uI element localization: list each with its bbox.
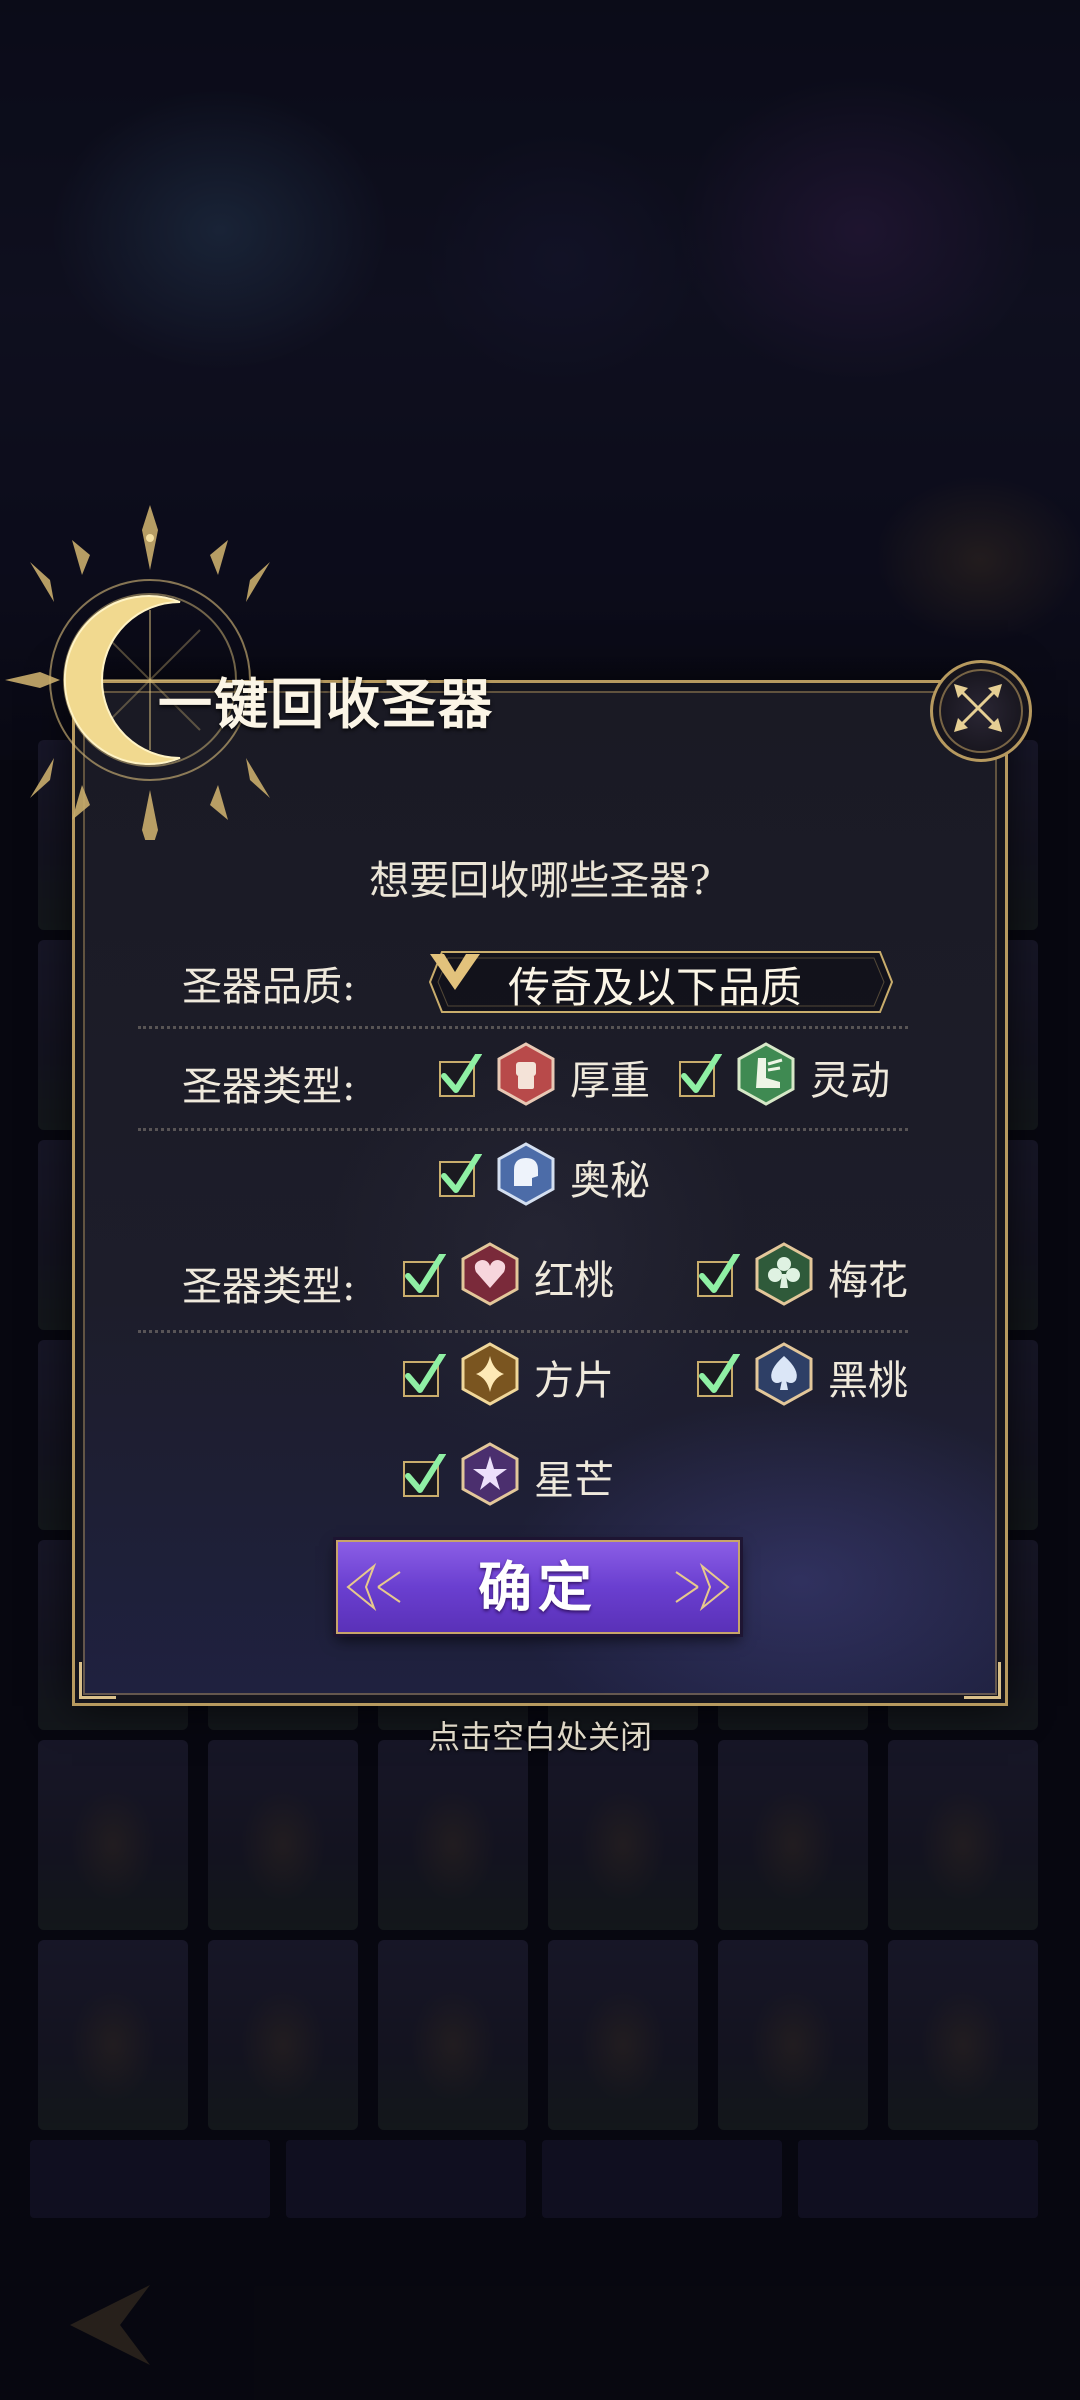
attribute-option-arcane[interactable]: 奥秘 — [438, 1140, 658, 1210]
quality-dropdown[interactable]: 传奇及以下品质 — [428, 950, 894, 1014]
attribute-option-agile[interactable]: 灵动 — [678, 1040, 898, 1110]
suit-option-label: 星芒 — [534, 1458, 614, 1504]
close-icon — [954, 684, 1002, 732]
suit-type-label: 圣器类型: — [182, 1264, 356, 1310]
attribute-type-label: 圣器类型: — [182, 1064, 356, 1110]
suit-option-clubs[interactable]: 梅花 — [696, 1240, 926, 1310]
attribute-option-label: 厚重 — [570, 1058, 650, 1104]
checkbox-checked-icon — [439, 1054, 482, 1097]
row-divider — [138, 1330, 908, 1333]
checkbox-checked-icon — [439, 1154, 482, 1197]
suit-option-label: 梅花 — [828, 1258, 908, 1304]
close-button[interactable] — [930, 660, 1032, 762]
mind-icon — [497, 1142, 555, 1206]
checkbox-checked-icon — [403, 1254, 446, 1297]
suit-option-label: 方片 — [534, 1358, 614, 1404]
corner-ornament — [964, 1662, 1001, 1699]
quality-label: 圣器品质: — [182, 964, 356, 1010]
suit-option-diamonds[interactable]: 方片 — [402, 1340, 632, 1410]
confirm-button-label: 确定 — [478, 1555, 598, 1619]
suit-option-label: 黑桃 — [828, 1358, 908, 1404]
attribute-option-heavy[interactable]: 厚重 — [438, 1040, 658, 1110]
diamond-icon — [461, 1342, 519, 1406]
suit-option-hearts[interactable]: 红桃 — [402, 1240, 632, 1310]
winged-boot-icon — [737, 1042, 795, 1106]
dismiss-hint: 点击空白处关闭 — [427, 1718, 652, 1756]
attribute-option-label: 奥秘 — [570, 1158, 650, 1204]
suit-option-spades[interactable]: 黑桃 — [696, 1340, 926, 1410]
fist-icon — [497, 1042, 555, 1106]
quality-selected-value: 传奇及以下品质 — [508, 963, 803, 1012]
row-divider — [138, 1026, 908, 1029]
attribute-option-label: 灵动 — [810, 1058, 890, 1104]
confirm-button[interactable]: 确定 — [336, 1540, 740, 1634]
suit-option-label: 红桃 — [534, 1258, 614, 1304]
spade-icon — [755, 1342, 813, 1406]
checkbox-checked-icon — [679, 1054, 722, 1097]
club-icon — [755, 1242, 813, 1306]
dialog-title: 一键回收圣器 — [158, 672, 494, 736]
checkbox-checked-icon — [697, 1354, 740, 1397]
star-icon — [461, 1442, 519, 1506]
checkbox-checked-icon — [403, 1454, 446, 1497]
chevron-down-icon — [430, 954, 480, 990]
heart-icon — [461, 1242, 519, 1306]
checkbox-checked-icon — [697, 1254, 740, 1297]
checkbox-checked-icon — [403, 1354, 446, 1397]
row-divider — [138, 1128, 908, 1131]
corner-ornament — [79, 1662, 116, 1699]
dialog-prompt: 想要回收哪些圣器? — [369, 858, 711, 904]
suit-option-stars[interactable]: 星芒 — [402, 1440, 632, 1510]
